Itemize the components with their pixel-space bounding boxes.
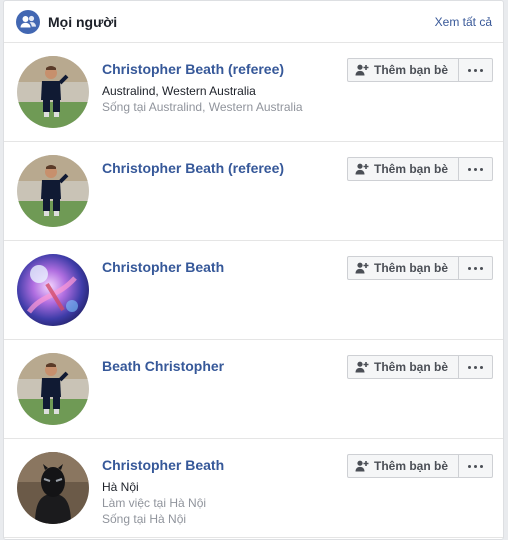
- person-name-link[interactable]: Christopher Beath: [102, 456, 342, 474]
- add-friend-label: Thêm bạn bè: [374, 162, 449, 176]
- people-icon: [16, 10, 40, 34]
- person-name-link[interactable]: Christopher Beath: [102, 258, 342, 276]
- avatar[interactable]: [17, 155, 89, 227]
- person-actions: Thêm bạn bè: [347, 58, 493, 82]
- add-friend-icon: [355, 460, 369, 472]
- more-options-button[interactable]: [459, 157, 493, 181]
- avatar[interactable]: [17, 452, 89, 524]
- more-dots-icon: [468, 464, 483, 468]
- add-friend-button[interactable]: Thêm bạn bè: [347, 58, 459, 82]
- add-friend-label: Thêm bạn bè: [374, 360, 449, 374]
- more-dots-icon: [468, 167, 483, 171]
- person-detail: Sống tại Australind, Western Australia: [102, 100, 303, 114]
- more-options-button[interactable]: [459, 454, 493, 478]
- more-dots-icon: [468, 266, 483, 270]
- person-info: Beath Christopher: [102, 357, 342, 375]
- see-all-link[interactable]: Xem tất cả: [435, 15, 492, 29]
- add-friend-label: Thêm bạn bè: [374, 63, 449, 77]
- more-options-button[interactable]: [459, 58, 493, 82]
- more-options-button[interactable]: [459, 355, 493, 379]
- add-friend-icon: [355, 163, 369, 175]
- person-name-link[interactable]: Christopher Beath (referee): [102, 60, 342, 78]
- person-name-link[interactable]: Beath Christopher: [102, 357, 342, 375]
- add-friend-label: Thêm bạn bè: [374, 459, 449, 473]
- person-actions: Thêm bạn bè: [347, 454, 493, 478]
- person-result-row: Beath Christopher Thêm bạn bè: [4, 340, 503, 439]
- person-result-row: Christopher Beath (referee) Thêm bạn bè: [4, 142, 503, 241]
- person-detail: Làm việc tại Hà Nội: [102, 496, 207, 510]
- add-friend-button[interactable]: Thêm bạn bè: [347, 355, 459, 379]
- avatar[interactable]: [17, 254, 89, 326]
- person-info: Christopher Beath (referee) Australind, W…: [102, 60, 342, 115]
- person-info: Christopher Beath Hà Nội Làm việc tại Hà N…: [102, 456, 342, 527]
- person-result-row: Christopher Beath Thêm bạn bè: [4, 241, 503, 340]
- person-actions: Thêm bạn bè: [347, 256, 493, 280]
- avatar[interactable]: [17, 56, 89, 128]
- avatar[interactable]: [17, 353, 89, 425]
- person-info: Christopher Beath (referee): [102, 159, 342, 177]
- person-result-row: Christopher Beath (referee) Australind, W…: [4, 43, 503, 142]
- more-dots-icon: [468, 68, 483, 72]
- add-friend-icon: [355, 262, 369, 274]
- person-name-link[interactable]: Christopher Beath (referee): [102, 159, 342, 177]
- more-options-button[interactable]: [459, 256, 493, 280]
- person-actions: Thêm bạn bè: [347, 355, 493, 379]
- person-info: Christopher Beath: [102, 258, 342, 276]
- person-location: Hà Nội: [102, 480, 139, 494]
- person-detail: Sống tại Hà Nội: [102, 512, 187, 526]
- add-friend-button[interactable]: Thêm bạn bè: [347, 157, 459, 181]
- person-location: Australind, Western Australia: [102, 84, 256, 98]
- add-friend-icon: [355, 361, 369, 373]
- add-friend-icon: [355, 64, 369, 76]
- add-friend-button[interactable]: Thêm bạn bè: [347, 256, 459, 280]
- card-header: Mọi người Xem tất cả: [4, 1, 503, 43]
- more-dots-icon: [468, 365, 483, 369]
- person-actions: Thêm bạn bè: [347, 157, 493, 181]
- add-friend-label: Thêm bạn bè: [374, 261, 449, 275]
- people-search-card: Mọi người Xem tất cả Christopher Beath (…: [3, 0, 504, 540]
- add-friend-button[interactable]: Thêm bạn bè: [347, 454, 459, 478]
- section-title: Mọi người: [48, 14, 118, 30]
- person-result-row: Christopher Beath Hà Nội Làm việc tại Hà N…: [4, 439, 503, 538]
